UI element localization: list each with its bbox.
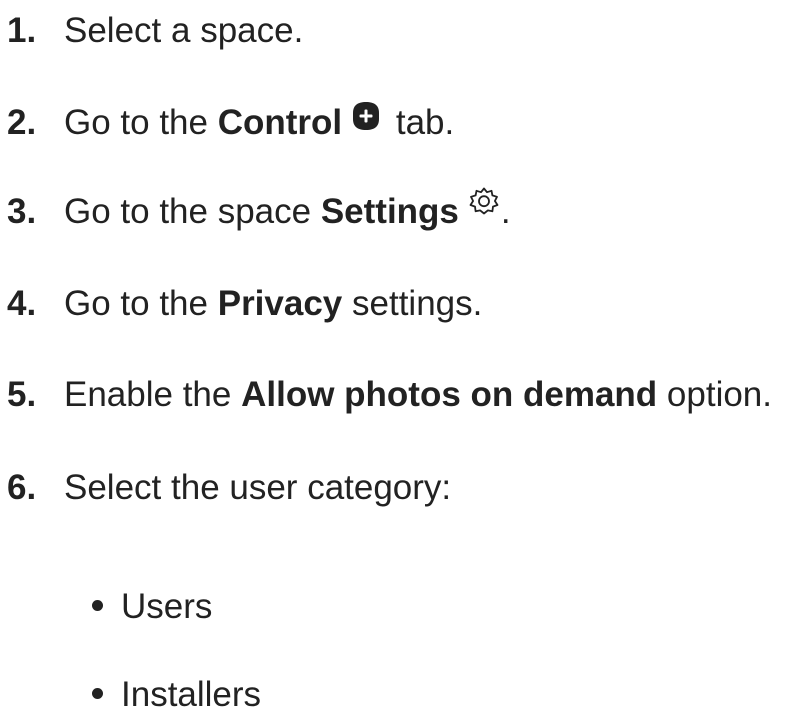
step-bold-label: Settings xyxy=(320,192,459,231)
step-number: 5. xyxy=(7,375,37,414)
step-text-post: tab. xyxy=(386,103,455,142)
step-5: 5. Enable the Allow photos on demand opti… xyxy=(7,375,772,415)
step-number: 2. xyxy=(7,103,37,142)
step-1: 1. Select a space. xyxy=(7,11,303,51)
step-4: 4. Go to the Privacy settings. xyxy=(7,284,482,324)
bullet-icon xyxy=(92,688,103,700)
step-6: 6. Select the user category: xyxy=(7,468,451,508)
step-number: 1. xyxy=(7,11,37,50)
step-2: 2. Go to the Control tab. xyxy=(7,100,455,143)
step-number: 6. xyxy=(7,468,37,507)
step-3: 3. Go to the space Settings. xyxy=(7,187,511,232)
control-plus-icon xyxy=(352,100,380,130)
step-text-pre: Enable the xyxy=(64,375,242,414)
step-bold-label: Privacy xyxy=(217,284,343,323)
step-number: 4. xyxy=(7,284,37,323)
category-label: Users xyxy=(121,587,213,626)
step-bold-label: Allow photos on demand xyxy=(241,375,658,414)
step-text-pre: Go to the space xyxy=(64,192,321,231)
step-text-pre: Go to the xyxy=(64,103,218,142)
step-text-post: settings. xyxy=(342,284,483,323)
step-text-post: . xyxy=(500,192,511,231)
list-item: Installers xyxy=(92,675,261,715)
list-item: Users xyxy=(92,587,212,627)
gear-icon xyxy=(467,185,501,219)
step-text-pre: Go to the xyxy=(64,284,218,323)
step-text: Select the user category: xyxy=(64,468,452,507)
step-bold-label: Control xyxy=(217,103,343,142)
step-text: Select a space. xyxy=(64,11,304,50)
step-number: 3. xyxy=(7,192,37,231)
step-text-post: option. xyxy=(657,375,772,414)
bullet-icon xyxy=(92,600,103,612)
category-label: Installers xyxy=(121,675,262,714)
